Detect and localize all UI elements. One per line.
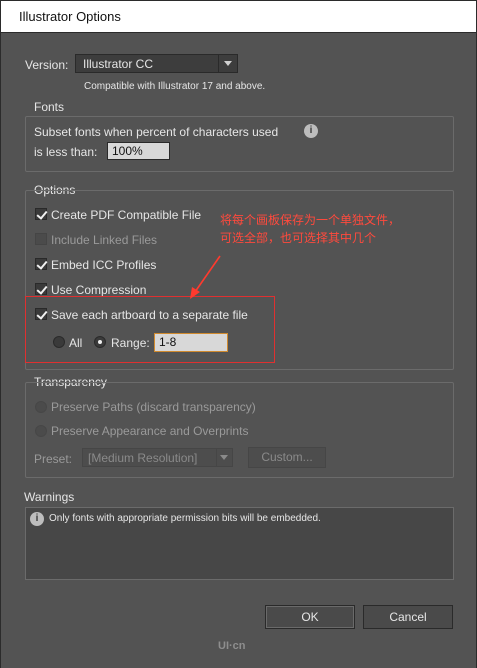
preserve-appearance-radio[interactable]: [35, 425, 47, 437]
subset-fonts-label-line2: is less than:: [34, 145, 98, 159]
warnings-legend: Warnings: [24, 490, 75, 504]
annotation-line-2: 可选全部，也可选择其中几个: [220, 231, 377, 245]
save-artboards-label: Save each artboard to a separate file: [51, 308, 248, 322]
cancel-button[interactable]: Cancel: [363, 605, 453, 629]
version-dropdown[interactable]: Illustrator CC: [75, 54, 238, 73]
chevron-down-icon: [220, 455, 228, 460]
all-radio-label: All: [69, 336, 83, 350]
version-selected-value: Illustrator CC: [83, 57, 154, 71]
preset-dropdown[interactable]: [Medium Resolution]: [82, 448, 233, 467]
version-label: Version:: [25, 58, 69, 72]
create-pdf-checkbox[interactable]: [35, 208, 47, 220]
fonts-legend: Fonts: [34, 100, 65, 114]
preserve-appearance-label: Preserve Appearance and Overprints: [51, 424, 249, 438]
create-pdf-label: Create PDF Compatible File: [51, 208, 202, 222]
dropdown-separator: [216, 449, 217, 466]
preserve-paths-label: Preserve Paths (discard transparency): [51, 400, 256, 414]
ok-button[interactable]: OK: [265, 605, 355, 629]
info-icon: i: [30, 512, 44, 526]
version-compat-note: Compatible with Illustrator 17 and above…: [84, 81, 266, 92]
embed-icc-checkbox[interactable]: [35, 258, 47, 270]
title-bar: Illustrator Options: [0, 0, 477, 33]
use-compression-label: Use Compression: [51, 283, 147, 297]
red-arrow-icon: [190, 255, 221, 299]
include-linked-label: Include Linked Files: [51, 233, 158, 247]
use-compression-checkbox[interactable]: [35, 283, 47, 295]
all-radio[interactable]: [53, 336, 65, 348]
embed-icc-label: Embed ICC Profiles: [51, 258, 157, 272]
chevron-down-icon: [224, 61, 232, 66]
preset-selected-value: [Medium Resolution]: [88, 451, 198, 465]
range-radio[interactable]: [94, 336, 106, 348]
highlight-box: [25, 296, 275, 363]
save-artboards-checkbox[interactable]: [35, 308, 47, 320]
range-radio-label: Range:: [111, 336, 150, 350]
window-title: Illustrator Options: [19, 9, 121, 24]
warning-message: Only fonts with appropriate permission b…: [49, 513, 321, 524]
annotation-line-1: 将每个画板保存为一个单独文件，: [220, 213, 401, 227]
dropdown-separator: [218, 55, 219, 72]
range-input[interactable]: 1-8: [154, 333, 228, 352]
watermark-logo: UI·cn: [218, 640, 246, 652]
include-linked-checkbox[interactable]: [35, 233, 47, 245]
annotation-text: 将每个画板保存为一个单独文件， 可选全部，也可选择其中几个: [220, 211, 400, 247]
preset-label: Preset:: [34, 452, 73, 466]
subset-percent-input[interactable]: 100%: [107, 142, 170, 160]
subset-fonts-label-line1: Subset fonts when percent of characters …: [34, 125, 279, 139]
info-icon: i: [304, 124, 318, 138]
custom-button[interactable]: Custom...: [248, 447, 326, 468]
preserve-paths-radio[interactable]: [35, 401, 47, 413]
